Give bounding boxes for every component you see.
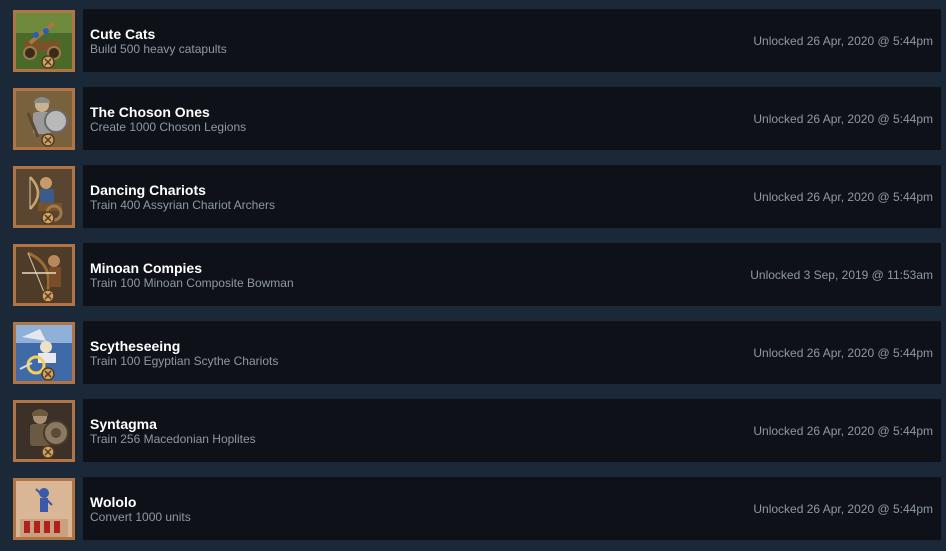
hoplite-icon [13,400,75,462]
achievement-panel: Syntagma Train 256 Macedonian Hoplites U… [83,399,941,462]
achievement-description: Train 400 Assyrian Chariot Archers [90,198,275,212]
achievement-row: Syntagma Train 256 Macedonian Hoplites U… [0,390,946,468]
achievement-row: The Choson Ones Create 1000 Choson Legio… [0,78,946,156]
achievement-row: Dancing Chariots Train 400 Assyrian Char… [0,156,946,234]
achievement-row: Cute Cats Build 500 heavy catapults Unlo… [0,0,946,78]
achievement-title: Syntagma [90,416,157,432]
achievement-title: Scytheseeing [90,338,181,354]
scythe-chariot-icon [13,322,75,384]
chariot-archer-icon [13,166,75,228]
achievement-row: Minoan Compies Train 100 Minoan Composit… [0,234,946,312]
unlock-timestamp: Unlocked 26 Apr, 2020 @ 5:44pm [753,34,933,48]
achievement-panel: Minoan Compies Train 100 Minoan Composit… [83,243,941,306]
achievement-description: Convert 1000 units [90,510,191,524]
achievement-description: Train 100 Egyptian Scythe Chariots [90,354,279,368]
achievement-description: Create 1000 Choson Legions [90,120,247,134]
unlock-timestamp: Unlocked 26 Apr, 2020 @ 5:44pm [753,190,933,204]
achievement-row: Wololo Convert 1000 units Unlocked 26 Ap… [0,468,946,546]
achievement-title: Cute Cats [90,26,156,42]
unlock-timestamp: Unlocked 3 Sep, 2019 @ 11:53am [750,268,933,282]
achievement-title: Minoan Compies [90,260,203,276]
achievement-panel: Cute Cats Build 500 heavy catapults Unlo… [83,9,941,72]
achievement-description: Train 256 Macedonian Hoplites [90,432,256,446]
achievement-title: Dancing Chariots [90,182,206,198]
unlock-timestamp: Unlocked 26 Apr, 2020 @ 5:44pm [753,502,933,516]
achievement-panel: Scytheseeing Train 100 Egyptian Scythe C… [83,321,941,384]
achievement-description: Build 500 heavy catapults [90,42,227,56]
catapult-icon [13,10,75,72]
achievement-title: Wololo [90,494,137,510]
bowman-icon [13,244,75,306]
achievement-panel: Dancing Chariots Train 400 Assyrian Char… [83,165,941,228]
achievement-panel: The Choson Ones Create 1000 Choson Legio… [83,87,941,150]
legion-soldier-icon [13,88,75,150]
unlock-timestamp: Unlocked 26 Apr, 2020 @ 5:44pm [753,424,933,438]
achievement-title: The Choson Ones [90,104,210,120]
achievement-panel: Wololo Convert 1000 units Unlocked 26 Ap… [83,477,941,540]
achievement-row: Scytheseeing Train 100 Egyptian Scythe C… [0,312,946,390]
priest-convert-icon [13,478,75,540]
achievement-description: Train 100 Minoan Composite Bowman [90,276,294,290]
unlock-timestamp: Unlocked 26 Apr, 2020 @ 5:44pm [753,346,933,360]
unlock-timestamp: Unlocked 26 Apr, 2020 @ 5:44pm [753,112,933,126]
